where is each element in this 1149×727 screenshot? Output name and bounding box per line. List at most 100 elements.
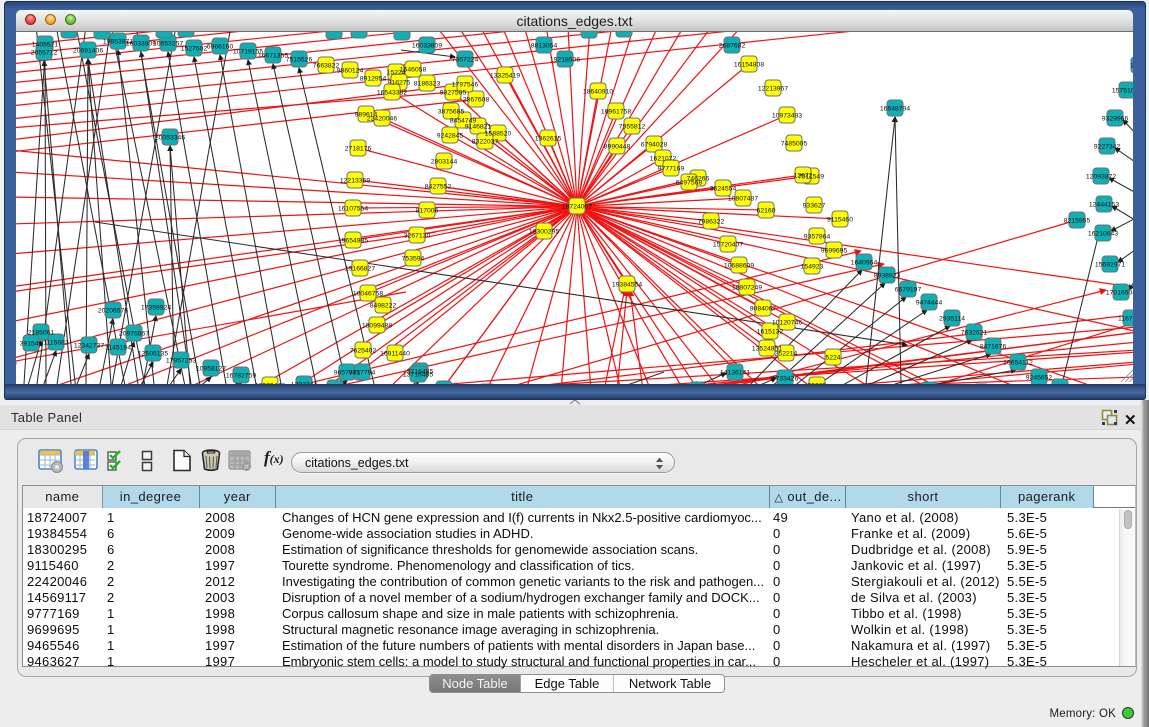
svg-text:12444153: 12444153 [1089,202,1119,209]
svg-text:7485005: 7485005 [781,141,808,148]
svg-text:17957253: 17957253 [166,358,196,365]
svg-text:1527602: 1527602 [181,46,208,53]
svg-text:9245652: 9245652 [1026,375,1053,382]
svg-text:8471676: 8471676 [980,344,1007,351]
svg-text:10654112: 10654112 [1003,360,1033,367]
svg-text:8498222: 8498222 [370,303,397,310]
svg-text:17016504: 17016504 [1106,290,1133,297]
svg-text:1115682: 1115682 [43,340,69,347]
svg-text:2687682: 2687682 [719,43,746,50]
svg-text:19384554: 19384554 [612,282,642,289]
svg-text:12072: 12072 [794,173,813,180]
svg-text:15751074: 15751074 [1112,88,1133,95]
svg-text:7986322: 7986322 [698,219,725,226]
svg-text:9860124: 9860124 [337,68,364,75]
svg-text:16210643: 16210643 [1088,231,1118,238]
svg-text:10688609: 10688609 [724,263,754,270]
svg-text:11124: 11124 [1130,63,1133,70]
svg-text:20691406: 20691406 [73,48,103,55]
svg-text:15720407: 15720407 [713,242,743,249]
svg-text:10958127: 10958127 [196,366,226,373]
svg-text:18099488: 18099488 [362,323,392,330]
svg-text:7515526: 7515526 [286,57,313,64]
svg-text:6966160: 6966160 [207,44,234,51]
svg-text:6794028: 6794028 [641,142,668,149]
svg-text:9357864: 9357864 [804,234,831,241]
svg-text:6497568: 6497568 [676,180,703,187]
svg-text:16033809: 16033809 [412,43,442,50]
svg-text:8186323: 8186323 [414,81,441,88]
svg-text:13716485: 13716485 [403,372,433,379]
svg-text:1615132: 1615132 [757,329,784,336]
svg-text:19654985: 19654985 [338,238,368,245]
svg-text:20975867: 20975867 [119,331,149,338]
svg-text:14136141: 14136141 [720,370,750,377]
svg-text:933627: 933627 [803,203,826,210]
svg-text:8990448: 8990448 [604,144,631,151]
svg-text:10046758: 10046758 [353,291,383,298]
svg-text:9777169: 9777169 [658,166,685,173]
svg-text:7625402: 7625402 [350,348,377,355]
svg-text:10807487: 10807487 [728,196,758,203]
svg-text:10120746: 10120746 [772,320,802,327]
svg-text:6679197: 6679197 [895,287,922,294]
svg-text:7663822: 7663822 [313,63,340,70]
svg-text:9699695: 9699695 [821,248,848,255]
svg-text:10973493: 10973493 [772,113,802,120]
svg-text:8912954: 8912954 [360,76,387,83]
svg-text:2185061: 2185061 [28,330,55,337]
svg-text:18300295: 18300295 [529,229,559,236]
svg-text:16033809: 16033809 [126,41,156,48]
svg-text:15224: 15224 [387,70,406,77]
svg-text:8215955: 8215955 [1064,218,1091,225]
svg-text:1405571: 1405571 [32,42,59,49]
svg-text:3875685: 3875685 [438,109,465,116]
svg-text:12505135: 12505135 [138,351,168,358]
svg-text:1292344: 1292344 [291,382,318,385]
svg-text:10653257: 10653257 [153,41,183,48]
svg-text:12213967: 12213967 [758,86,788,93]
svg-text:9242845: 9242845 [437,133,464,140]
svg-text:1145194: 1145194 [105,345,131,352]
svg-text:2867608: 2867608 [463,97,490,104]
svg-text:2935114: 2935114 [939,316,965,323]
svg-text:18724007: 18724007 [562,204,592,211]
svg-text:5224: 5224 [825,355,840,362]
svg-text:9457794: 9457794 [349,370,376,377]
svg-text:16671355: 16671355 [258,53,288,60]
svg-text:154923: 154923 [801,264,824,271]
svg-text:2718176: 2718176 [345,146,372,153]
svg-text:20206576: 20206576 [98,308,128,315]
svg-text:9327505: 9327505 [440,90,467,97]
svg-text:1797546: 1797546 [452,82,479,89]
svg-text:16154808: 16154808 [734,62,764,69]
svg-text:15692971: 15692971 [1095,262,1125,269]
svg-text:8427552: 8427552 [425,184,452,191]
svg-text:12093872: 12093872 [1086,174,1116,181]
svg-text:17359924: 17359924 [141,305,171,312]
svg-text:7632621: 7632621 [961,330,988,337]
svg-text:817006: 817006 [416,208,439,215]
svg-text:18807249: 18807249 [732,285,762,292]
svg-text:9115460: 9115460 [827,217,853,224]
svg-text:19218506: 19218506 [550,57,580,64]
svg-text:9084067: 9084067 [750,306,777,313]
svg-text:3624554: 3624554 [710,186,737,193]
svg-text:8322037: 8322037 [472,139,499,146]
svg-text:19166827: 19166827 [345,266,375,273]
svg-text:12342737: 12342737 [74,343,104,350]
svg-text:95225: 95225 [808,383,827,385]
svg-text:391549: 391549 [20,341,43,348]
svg-text:2803144: 2803144 [431,159,458,166]
svg-text:1640954: 1640954 [851,260,878,267]
svg-text:16782759: 16782759 [226,373,256,380]
svg-text:12923448: 12923448 [255,383,285,385]
svg-text:18640910: 18640910 [583,89,613,96]
svg-text:2055712: 2055712 [31,50,58,57]
svg-text:13325419: 13325419 [490,73,520,80]
svg-text:753594: 753594 [402,256,425,263]
svg-text:1733426: 1733426 [772,376,799,383]
svg-text:9474444: 9474444 [916,300,943,307]
svg-text:3267130: 3267130 [404,233,431,240]
svg-text:16648794: 16648794 [880,106,910,113]
